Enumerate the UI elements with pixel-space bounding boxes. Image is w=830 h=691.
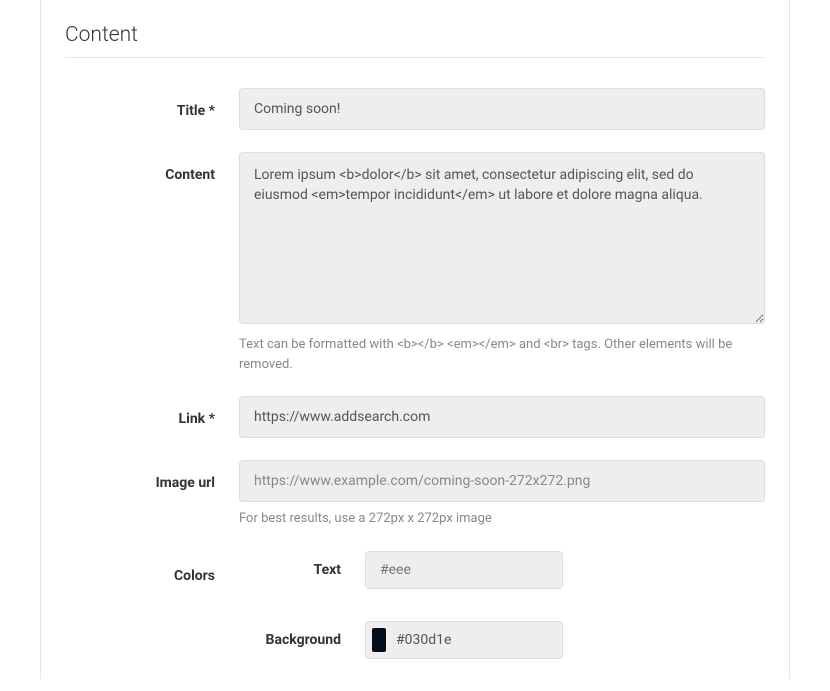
label-col: Image url [65, 460, 239, 491]
title-label: Title * [177, 103, 215, 119]
color-background-swatch[interactable] [372, 628, 386, 652]
link-label: Link * [179, 411, 215, 427]
field-row-content: Content Text can be formatted with <b></… [65, 152, 765, 374]
color-text-label: Text [239, 562, 365, 578]
colors-label: Colors [174, 568, 215, 584]
label-col: Content [65, 152, 239, 183]
content-help-text: Text can be formatted with <b></b> <em><… [239, 335, 765, 374]
field-row-title: Title * [65, 88, 765, 130]
color-background-label: Background [239, 632, 365, 648]
content-label: Content [165, 167, 215, 183]
input-col: For best results, use a 272px x 272px im… [239, 460, 765, 529]
field-row-image-url: Image url For best results, use a 272px … [65, 460, 765, 529]
title-input[interactable] [239, 88, 765, 130]
image-url-help-text: For best results, use a 272px x 272px im… [239, 509, 765, 529]
image-url-input[interactable] [239, 460, 765, 502]
input-col: Text can be formatted with <b></b> <em><… [239, 152, 765, 374]
section-title: Content [65, 0, 765, 58]
color-background-input[interactable] [396, 627, 556, 653]
input-col [239, 88, 765, 130]
content-textarea[interactable] [239, 152, 765, 324]
color-row-background: Background [239, 621, 765, 659]
link-input[interactable] [239, 396, 765, 438]
input-col: Text Background [239, 551, 765, 691]
label-col: Link * [65, 396, 239, 427]
content-form-panel: Content Title * Content Text can be form… [40, 0, 790, 679]
field-row-link: Link * [65, 396, 765, 438]
field-row-colors: Colors Text Background [65, 551, 765, 691]
image-url-label: Image url [156, 475, 215, 491]
color-row-text: Text [239, 551, 765, 589]
label-col: Title * [65, 88, 239, 119]
color-text-input[interactable] [372, 557, 556, 583]
color-text-input-wrap[interactable] [365, 551, 563, 589]
input-col [239, 396, 765, 438]
label-col: Colors [65, 551, 239, 584]
color-background-input-wrap[interactable] [365, 621, 563, 659]
